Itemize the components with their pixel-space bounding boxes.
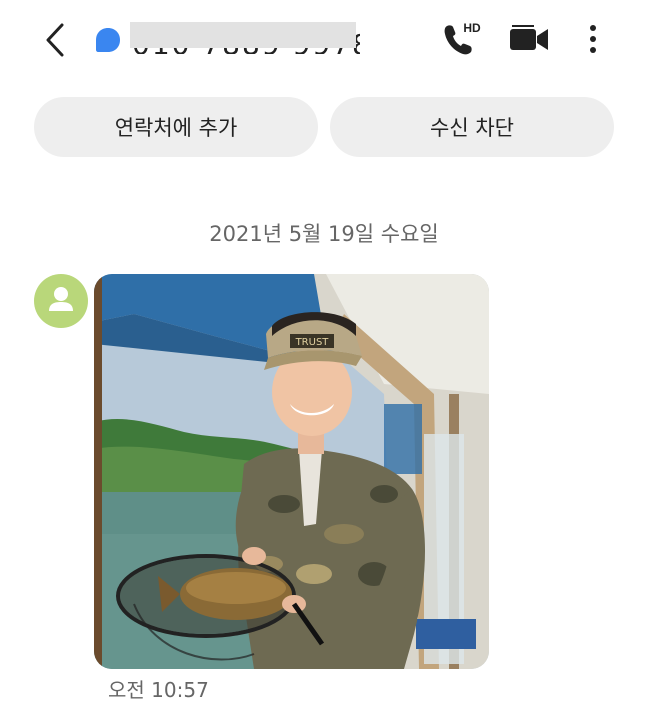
more-options-icon[interactable]	[582, 22, 604, 56]
message-timestamp: 오전 10:57	[108, 678, 209, 702]
back-icon[interactable]	[40, 22, 72, 58]
cap-logo-text: TRUST	[295, 337, 330, 348]
date-separator: 2021년 5월 19일 수요일	[209, 222, 439, 246]
privacy-mask	[130, 22, 356, 48]
block-number-label: 수신 차단	[430, 116, 514, 140]
contact-dot-icon	[95, 27, 121, 53]
video-call-icon[interactable]	[508, 24, 550, 54]
avatar[interactable]	[34, 274, 88, 328]
phone-number[interactable]: 010 7889 9978	[130, 20, 360, 54]
add-contact-label: 연락처에 추가	[114, 116, 238, 140]
image-message[interactable]: TRUST	[94, 274, 489, 669]
top-app-bar: 010 7889 9978 HD	[0, 0, 648, 80]
person-icon	[49, 287, 73, 311]
hd-call-icon[interactable]: HD	[438, 18, 484, 58]
add-contact-button[interactable]: 연락처에 추가	[34, 97, 318, 157]
block-number-button[interactable]: 수신 차단	[330, 97, 614, 157]
hd-badge: HD	[463, 21, 481, 35]
